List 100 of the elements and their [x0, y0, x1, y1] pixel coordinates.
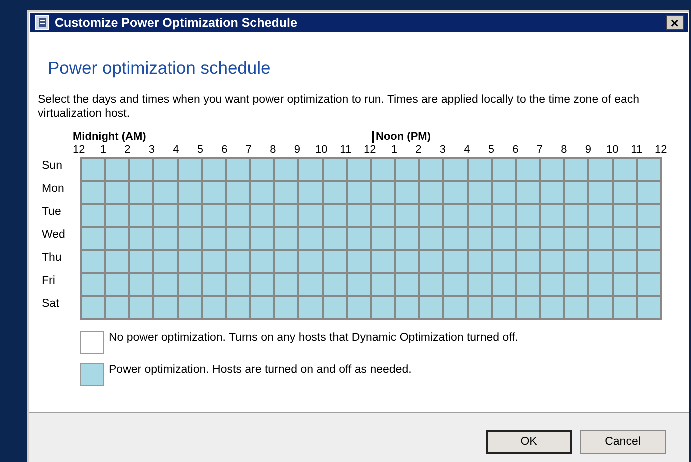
time-slot[interactable]	[106, 205, 128, 226]
time-slot[interactable]	[468, 297, 491, 318]
time-slot[interactable]	[82, 274, 104, 295]
time-slot[interactable]	[468, 274, 491, 295]
time-slot[interactable]	[372, 159, 394, 180]
time-slot[interactable]	[638, 297, 660, 318]
time-slot[interactable]	[275, 297, 298, 318]
time-slot[interactable]	[251, 251, 274, 272]
time-slot[interactable]	[541, 205, 564, 226]
time-slot[interactable]	[324, 251, 346, 272]
time-slot[interactable]	[565, 228, 588, 249]
time-slot[interactable]	[202, 182, 225, 203]
time-slot[interactable]	[106, 251, 128, 272]
time-slot[interactable]	[130, 159, 152, 180]
time-slot[interactable]	[348, 159, 370, 180]
time-slot[interactable]	[106, 297, 128, 318]
time-slot[interactable]	[251, 274, 274, 295]
time-slot[interactable]	[251, 159, 274, 180]
time-slot[interactable]	[638, 228, 660, 249]
time-slot[interactable]	[178, 159, 201, 180]
time-slot[interactable]	[202, 228, 225, 249]
time-slot[interactable]	[396, 251, 418, 272]
time-slot[interactable]	[275, 159, 298, 180]
time-slot[interactable]	[275, 251, 298, 272]
time-slot[interactable]	[178, 274, 201, 295]
time-slot[interactable]	[178, 182, 201, 203]
time-slot[interactable]	[420, 274, 442, 295]
time-slot[interactable]	[324, 159, 346, 180]
time-slot[interactable]	[226, 297, 250, 318]
time-slot[interactable]	[348, 297, 370, 318]
time-slot[interactable]	[275, 205, 298, 226]
time-slot[interactable]	[106, 182, 128, 203]
time-slot[interactable]	[82, 297, 104, 318]
time-slot[interactable]	[178, 297, 201, 318]
time-slot[interactable]	[106, 159, 128, 180]
time-slot[interactable]	[420, 297, 442, 318]
time-slot[interactable]	[516, 182, 540, 203]
time-slot[interactable]	[638, 205, 660, 226]
time-slot[interactable]	[202, 297, 225, 318]
time-slot[interactable]	[565, 159, 588, 180]
time-slot[interactable]	[492, 228, 515, 249]
time-slot[interactable]	[541, 182, 564, 203]
ok-button[interactable]: OK	[486, 430, 572, 454]
time-slot[interactable]	[516, 159, 540, 180]
time-slot[interactable]	[251, 205, 274, 226]
time-slot[interactable]	[541, 274, 564, 295]
time-slot[interactable]	[226, 228, 250, 249]
time-slot[interactable]	[565, 297, 588, 318]
time-slot[interactable]	[324, 205, 346, 226]
time-slot[interactable]	[516, 205, 540, 226]
time-slot[interactable]	[396, 159, 418, 180]
time-slot[interactable]	[516, 297, 540, 318]
time-slot[interactable]	[202, 159, 225, 180]
time-slot[interactable]	[348, 228, 370, 249]
time-slot[interactable]	[516, 251, 540, 272]
time-slot[interactable]	[324, 274, 346, 295]
time-slot[interactable]	[492, 205, 515, 226]
time-slot[interactable]	[202, 205, 225, 226]
time-slot[interactable]	[468, 182, 491, 203]
time-slot[interactable]	[130, 205, 152, 226]
time-slot[interactable]	[226, 205, 250, 226]
time-slot[interactable]	[468, 159, 491, 180]
time-slot[interactable]	[420, 159, 442, 180]
time-slot[interactable]	[396, 182, 418, 203]
time-slot[interactable]	[468, 228, 491, 249]
time-slot[interactable]	[202, 274, 225, 295]
time-slot[interactable]	[251, 228, 274, 249]
time-slot[interactable]	[324, 182, 346, 203]
time-slot[interactable]	[130, 297, 152, 318]
time-slot[interactable]	[420, 205, 442, 226]
time-slot[interactable]	[348, 274, 370, 295]
time-slot[interactable]	[541, 251, 564, 272]
time-slot[interactable]	[82, 205, 104, 226]
close-button[interactable]: ×	[666, 15, 684, 30]
time-slot[interactable]	[468, 205, 491, 226]
time-slot[interactable]	[614, 274, 636, 295]
time-slot[interactable]	[614, 182, 636, 203]
time-slot[interactable]	[226, 182, 250, 203]
time-slot[interactable]	[372, 297, 394, 318]
time-slot[interactable]	[614, 159, 636, 180]
time-slot[interactable]	[565, 251, 588, 272]
time-slot[interactable]	[324, 297, 346, 318]
time-slot[interactable]	[492, 182, 515, 203]
time-slot[interactable]	[275, 228, 298, 249]
time-slot[interactable]	[202, 251, 225, 272]
time-slot[interactable]	[130, 228, 152, 249]
time-slot[interactable]	[130, 274, 152, 295]
time-slot[interactable]	[396, 274, 418, 295]
time-slot[interactable]	[541, 297, 564, 318]
time-slot[interactable]	[251, 297, 274, 318]
time-slot[interactable]	[565, 274, 588, 295]
cancel-button[interactable]: Cancel	[580, 430, 666, 454]
time-slot[interactable]	[372, 228, 394, 249]
time-slot[interactable]	[130, 182, 152, 203]
time-slot[interactable]	[348, 182, 370, 203]
time-slot[interactable]	[565, 205, 588, 226]
time-slot[interactable]	[516, 228, 540, 249]
time-slot[interactable]	[226, 159, 250, 180]
time-slot[interactable]	[178, 228, 201, 249]
time-slot[interactable]	[130, 251, 152, 272]
